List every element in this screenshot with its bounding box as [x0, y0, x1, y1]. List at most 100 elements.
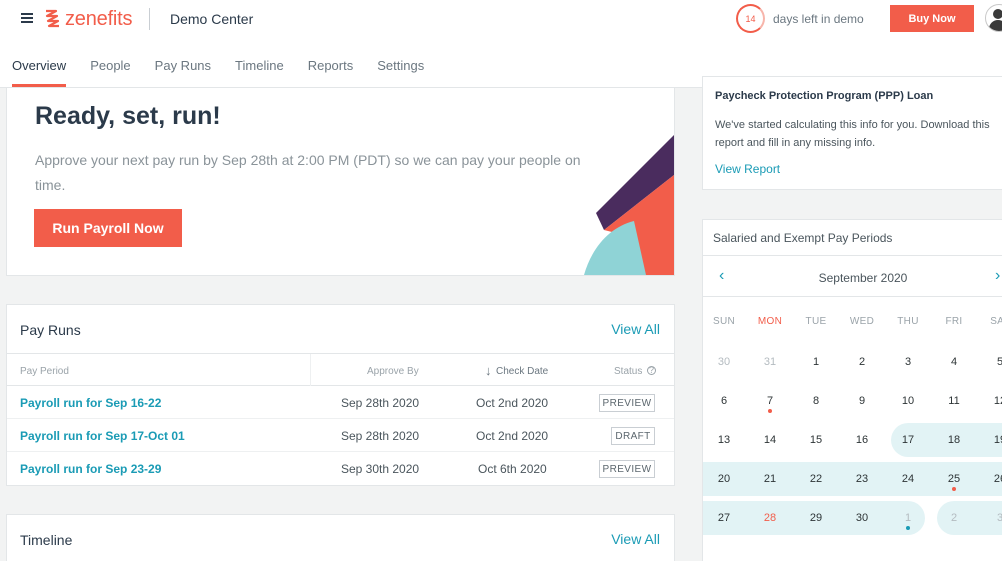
calendar-day[interactable]: 14 — [750, 423, 790, 457]
table-row[interactable]: Payroll run for Sep 17-Oct 01 Sep 28th 2… — [7, 419, 674, 452]
calendar-day[interactable]: 30 — [704, 345, 744, 379]
calendar-day[interactable]: 6 — [704, 384, 744, 418]
event-dot-icon — [768, 409, 772, 413]
pay-periods-calendar-card: Salaried and Exempt Pay Periods ‹ Septem… — [702, 219, 1002, 561]
run-payroll-hero-card: Ready, set, run! Approve your next pay r… — [6, 88, 675, 276]
weekday-label: WED — [849, 316, 875, 327]
tab-settings[interactable]: Settings — [377, 58, 424, 87]
weekday-label: THU — [897, 316, 919, 327]
calendar-day[interactable]: 5 — [980, 345, 1002, 379]
table-row[interactable]: Payroll run for Sep 16-22 Sep 28th 2020 … — [7, 386, 674, 419]
pay-runs-table-header: Pay Period Approve By ↓ Check Date Statu… — [7, 354, 674, 386]
check-date: Oct 6th 2020 — [478, 462, 547, 476]
calendar-day[interactable]: 24 — [888, 462, 928, 496]
hero-title: Ready, set, run! — [35, 102, 221, 130]
tab-timeline[interactable]: Timeline — [235, 58, 284, 87]
column-header-check-date[interactable]: Check Date — [496, 366, 548, 377]
calendar-day[interactable]: 17 — [888, 423, 928, 457]
approve-by-date: Sep 30th 2020 — [341, 462, 420, 476]
status-info-icon[interactable]: ? — [647, 366, 656, 375]
calendar-day[interactable]: 21 — [750, 462, 790, 496]
run-payroll-now-button[interactable]: Run Payroll Now — [34, 209, 182, 247]
demo-days-text: days left in demo — [773, 12, 864, 26]
calendar-day[interactable]: 23 — [842, 462, 882, 496]
event-dot-icon — [952, 487, 956, 491]
buy-now-button[interactable]: Buy Now — [890, 5, 974, 32]
tab-pay-runs[interactable]: Pay Runs — [155, 58, 211, 87]
pay-period-link[interactable]: Payroll run for Sep 23-29 — [20, 462, 161, 476]
calendar-day[interactable]: 2 — [934, 501, 974, 535]
calendar-day[interactable]: 10 — [888, 384, 928, 418]
tab-overview[interactable]: Overview — [12, 58, 67, 87]
calendar-day[interactable]: 26 — [980, 462, 1002, 496]
calendar-day[interactable]: 11 — [934, 384, 974, 418]
pay-runs-header: Pay Runs View All — [7, 305, 674, 354]
sort-desc-icon[interactable]: ↓ — [485, 363, 492, 378]
brand-name: zenefits — [65, 7, 133, 30]
calendar-day[interactable]: 3 — [980, 501, 1002, 535]
pay-runs-title: Pay Runs — [20, 322, 81, 338]
table-row[interactable]: Payroll run for Sep 23-29 Sep 30th 2020 … — [7, 452, 674, 485]
tab-reports[interactable]: Reports — [308, 58, 354, 87]
zenefits-logo-mark-icon — [45, 9, 60, 28]
zenefits-logo[interactable]: zenefits — [44, 7, 133, 31]
demo-days-value: 14 — [745, 13, 756, 24]
calendar-day[interactable]: 8 — [796, 384, 836, 418]
top-bar: zenefits Demo Center 14 days left in dem… — [0, 0, 1002, 88]
timeline-title: Timeline — [20, 532, 73, 548]
tab-people[interactable]: People — [90, 58, 130, 87]
weekday-label: SUN — [712, 316, 735, 327]
calendar-day[interactable]: 3 — [888, 345, 928, 379]
calendar-day[interactable]: 30 — [842, 501, 882, 535]
calendar-day[interactable]: 25 — [934, 462, 974, 496]
pay-runs-view-all-link[interactable]: View All — [611, 321, 660, 337]
check-date: Oct 2nd 2020 — [476, 429, 549, 443]
decorative-shapes-illustration — [584, 135, 674, 275]
calendar-day[interactable]: 2 — [842, 345, 882, 379]
main-tabs: Overview People Pay Runs Timeline Report… — [12, 58, 448, 87]
calendar-day[interactable]: 4 — [934, 345, 974, 379]
calendar-day[interactable]: 12 — [980, 384, 1002, 418]
event-dot-icon — [906, 526, 910, 530]
timeline-view-all-link[interactable]: View All — [611, 531, 660, 547]
calendar-day[interactable]: 7 — [750, 384, 790, 418]
calendar-day[interactable]: 20 — [704, 462, 744, 496]
calendar-day[interactable]: 1 — [888, 501, 928, 535]
approve-by-date: Sep 28th 2020 — [341, 429, 420, 443]
approve-by-date: Sep 28th 2020 — [341, 396, 420, 410]
user-avatar[interactable] — [985, 4, 1002, 32]
calendar-day[interactable]: 13 — [704, 423, 744, 457]
ppp-card-title: Paycheck Protection Program (PPP) Loan — [715, 90, 934, 102]
pay-period-link[interactable]: Payroll run for Sep 16-22 — [20, 396, 161, 410]
calendar-day[interactable]: 29 — [796, 501, 836, 535]
timeline-card: Timeline View All — [6, 514, 675, 561]
view-report-link[interactable]: View Report — [715, 162, 780, 176]
pay-runs-card: Pay Runs View All Pay Period Approve By … — [6, 304, 675, 486]
calendar-day[interactable]: 22 — [796, 462, 836, 496]
chevron-right-icon[interactable]: › — [995, 267, 1000, 285]
weekday-label: SAT — [990, 316, 1002, 327]
ppp-loan-card: Paycheck Protection Program (PPP) Loan W… — [702, 76, 1002, 190]
column-header-pay-period[interactable]: Pay Period — [20, 366, 69, 377]
column-header-status[interactable]: Status — [614, 366, 642, 377]
calendar-day[interactable]: 19 — [980, 423, 1002, 457]
weekday-label: MON — [757, 316, 783, 327]
weekday-label: FRI — [945, 316, 963, 327]
calendar-day[interactable]: 9 — [842, 384, 882, 418]
calendar-title: Salaried and Exempt Pay Periods — [713, 231, 893, 245]
calendar-day[interactable]: 15 — [796, 423, 836, 457]
pay-period-link[interactable]: Payroll run for Sep 17-Oct 01 — [20, 429, 185, 443]
calendar-month: September 2020 — [818, 271, 908, 285]
status-badge: PREVIEW — [599, 460, 655, 478]
ppp-card-body: We've started calculating this info for … — [715, 119, 990, 149]
calendar-day[interactable]: 16 — [842, 423, 882, 457]
calendar-day[interactable]: 27 — [704, 501, 744, 535]
header-divider — [149, 8, 150, 30]
calendar-nav: ‹ September 2020 › — [703, 255, 1002, 297]
calendar-day[interactable]: 31 — [750, 345, 790, 379]
calendar-day[interactable]: 18 — [934, 423, 974, 457]
calendar-day[interactable]: 28 — [750, 501, 790, 535]
column-header-approve-by[interactable]: Approve By — [367, 366, 419, 377]
menu-icon[interactable] — [21, 13, 33, 23]
calendar-day[interactable]: 1 — [796, 345, 836, 379]
